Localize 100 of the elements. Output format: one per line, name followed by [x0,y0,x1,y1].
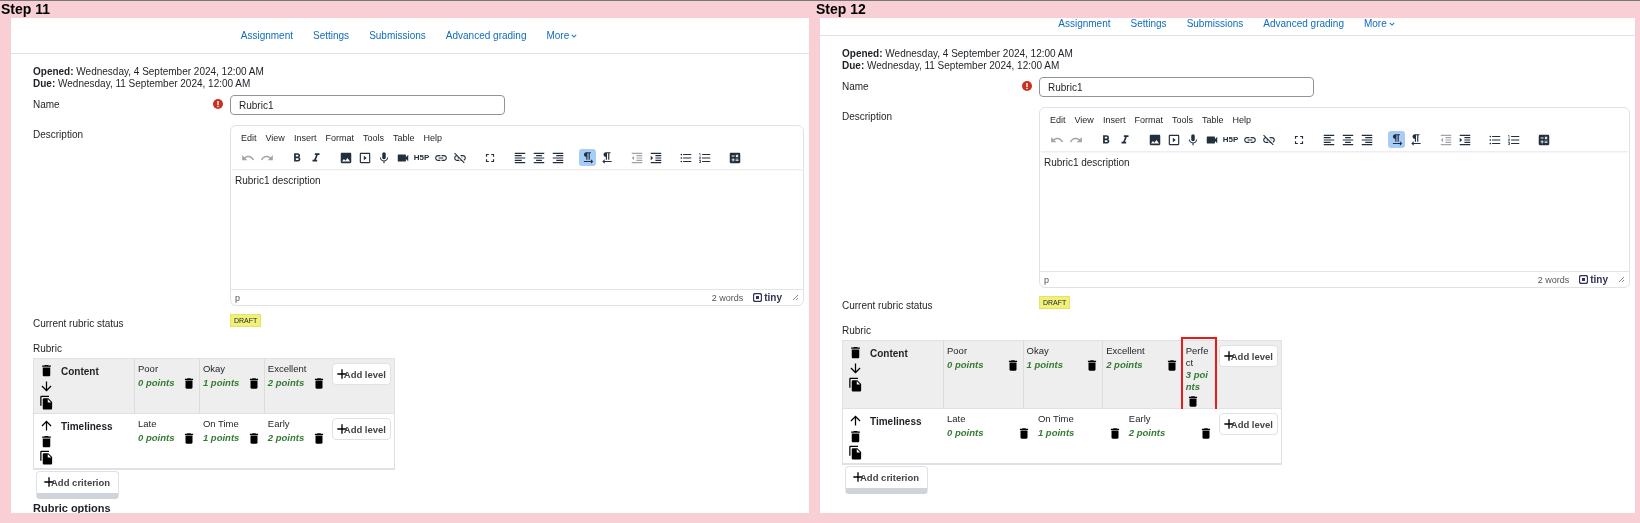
menu-item[interactable]: Help [1232,115,1251,125]
unlink-icon [452,150,467,165]
nav-link[interactable]: Settings [313,30,350,41]
criterion-name: Content [870,347,908,359]
name-field[interactable]: Rubric1 [1039,77,1314,97]
align-center-icon [531,150,546,165]
indent-icon [648,150,663,165]
step-title: Step 11 [0,1,51,18]
word-count: 2 words [711,292,744,303]
menu-item[interactable]: Format [1134,115,1163,125]
copy-icon [38,450,54,465]
align-right-icon [550,150,565,165]
menu-item[interactable]: View [1074,115,1094,125]
pilcrow-icon [599,150,614,165]
indent-icon [1457,132,1472,147]
pilcrow-button[interactable] [1388,131,1405,148]
criterion-name: Timeliness [870,415,922,427]
level-definition: On Time [1037,413,1075,425]
criterion-name: Timeliness [61,420,113,432]
level-definition: Perfect [1185,345,1210,369]
copy-icon [38,395,54,410]
nav-link[interactable]: Advanced grading [1263,18,1344,29]
h5p-button[interactable]: H5P [413,149,430,166]
nav-link[interactable]: Assignment [1058,18,1111,29]
outdent-icon [629,150,644,165]
image-icon [1147,132,1162,147]
field-label: Name [842,80,869,92]
level-definition: Early [1128,413,1152,425]
tiny-logo: tiny [1579,274,1608,285]
add-level-button[interactable]: Add level [331,418,391,440]
copy-icon [847,445,863,460]
element-path: p [235,292,240,303]
add-criterion-button[interactable]: Add criterion [845,466,929,494]
add-level-button[interactable]: Add level [1218,345,1278,367]
menu-item[interactable]: Tools [362,133,384,143]
align-right-icon [1359,132,1374,147]
outdent-icon [1438,132,1453,147]
menu-item[interactable]: Format [325,133,354,143]
align-left-icon [1321,132,1336,147]
menu-item[interactable]: Table [1201,115,1224,125]
level-score: 3 points [1185,369,1208,392]
level-definition: Okay [202,363,227,375]
level-score: 0 points [947,359,984,371]
resize-handle-icon[interactable] [1618,276,1625,283]
date-text: Due: Wednesday, 11 September 2024, 12:00 AM [33,78,251,90]
menu-item[interactable]: View [265,133,285,143]
date-text: Opened: Wednesday, 4 September 2024, 12:00 AM [33,66,264,78]
level-score: 0 points [947,427,984,439]
level-definition: Late [138,418,158,430]
duplicate-button[interactable] [846,445,864,460]
level-score: 0 points [138,377,175,389]
step-title: Step 12 [815,1,866,18]
pilcrow-button[interactable] [579,149,596,166]
element-path: p [1044,274,1049,285]
nav-link[interactable]: More [1363,18,1397,29]
name-field[interactable]: Rubric1 [230,95,505,115]
level-definition: Poor [947,345,969,357]
nav-link[interactable]: Assignment [240,30,293,41]
field-label: Description [33,128,84,140]
menu-item[interactable]: Edit [1050,115,1066,125]
nav-link[interactable]: Settings [1130,18,1167,29]
nav-link[interactable]: Submissions [1186,18,1244,29]
resize-handle-icon[interactable] [792,294,799,301]
numbered-list-icon [1506,132,1521,147]
required-icon [1022,81,1032,91]
numbered-list-icon [697,150,712,165]
align-center-icon [1340,132,1355,147]
level-score: 1 points [1026,359,1063,371]
duplicate-button[interactable] [37,450,55,465]
h5p-button[interactable]: H5P [1222,131,1239,148]
menu-item[interactable]: Table [392,133,415,143]
play-icon [357,150,372,165]
duplicate-button[interactable] [37,395,55,410]
level-definition: On Time [202,418,240,430]
level-score: 1 points [202,432,240,444]
level-score: 1 points [202,377,240,389]
duplicate-button[interactable] [846,377,864,392]
level-score: 2 points [267,432,305,444]
align-left-icon [512,150,527,165]
menu-item[interactable]: Tools [1171,115,1193,125]
level-score: 2 points [267,377,305,389]
nav-link[interactable]: Advanced grading [445,30,527,41]
editor-text: Rubric1 description [235,175,321,186]
criterion-name: Content [61,365,99,377]
unlink-icon [1261,132,1276,147]
menu-item[interactable]: Edit [241,133,257,143]
level-definition: Excellent [1106,345,1146,357]
nav-link[interactable]: Submissions [369,30,426,41]
image-icon [338,150,353,165]
menu-item[interactable]: Insert [293,133,317,143]
menu-item[interactable]: Insert [1102,115,1126,125]
menu-item[interactable]: Help [423,133,442,143]
nav-link[interactable]: More [546,30,580,41]
add-criterion-button[interactable]: Add criterion [36,471,120,499]
calculator-icon [727,150,742,165]
field-label: Current rubric status [33,317,124,329]
add-level-button[interactable]: Add level [1218,413,1278,435]
level-score: 2 points [1106,359,1143,371]
level-score: 1 points [1037,427,1075,439]
add-level-button[interactable]: Add level [331,363,391,385]
